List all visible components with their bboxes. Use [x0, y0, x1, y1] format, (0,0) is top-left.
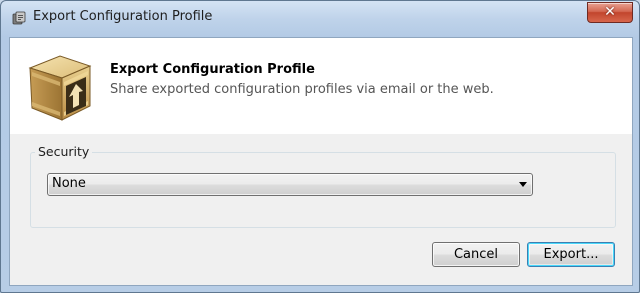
cancel-button[interactable]: Cancel: [432, 242, 520, 267]
chevron-down-icon: [519, 182, 527, 187]
security-dropdown[interactable]: None: [47, 173, 533, 196]
app-icon: [11, 10, 27, 26]
dialog-window: Export Configuration Profile ✕ Export Co…: [0, 0, 640, 293]
title-bar[interactable]: Export Configuration Profile ✕: [1, 1, 639, 37]
shipping-box-upload-icon: [24, 48, 96, 124]
header-banner: Export Configuration Profile Share expor…: [10, 38, 632, 134]
security-label: Security: [35, 144, 93, 159]
dialog-content: Export Configuration Profile Share expor…: [9, 37, 633, 286]
security-selected-value: None: [52, 176, 86, 191]
header-title: Export Configuration Profile: [110, 62, 315, 77]
close-icon: ✕: [604, 4, 616, 20]
close-button[interactable]: ✕: [587, 2, 633, 23]
header-description: Share exported configuration profiles vi…: [110, 82, 494, 97]
security-groupbox: Security None: [30, 144, 616, 228]
window-title: Export Configuration Profile: [33, 9, 213, 24]
export-button[interactable]: Export...: [527, 242, 615, 267]
